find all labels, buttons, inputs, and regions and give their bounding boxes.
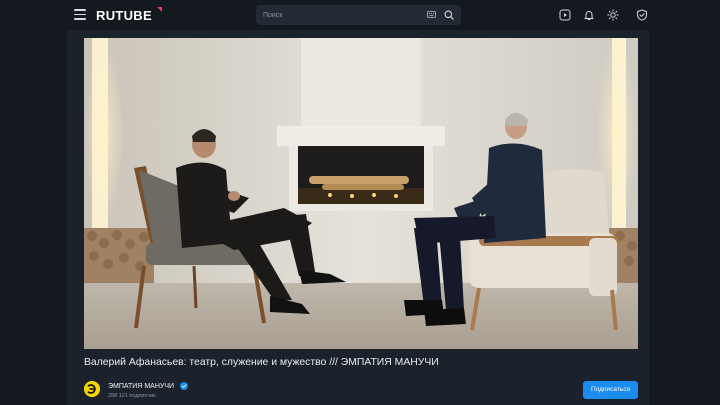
verified-icon xyxy=(180,382,188,390)
video-frame xyxy=(84,38,638,349)
channel-name[interactable]: ЭМПАТИЯ МАНУЧИ xyxy=(108,383,174,390)
theme-sun-icon[interactable] xyxy=(607,9,619,21)
search-icon[interactable] xyxy=(444,10,454,20)
rutube-logo[interactable]: RUTUBE xyxy=(96,8,152,23)
video-title: Валерий Афанасьев: театр, служение и муж… xyxy=(84,357,439,368)
bell-icon[interactable] xyxy=(583,9,595,21)
video-player[interactable] xyxy=(84,38,638,349)
profile-shield-icon[interactable] xyxy=(636,9,648,21)
channel-avatar[interactable] xyxy=(84,381,100,397)
top-bar: RUTUBE xyxy=(0,0,720,30)
search-bar xyxy=(256,5,461,25)
search-input[interactable] xyxy=(263,8,413,22)
channel-logo-icon xyxy=(84,381,100,397)
keyboard-icon[interactable] xyxy=(427,11,436,18)
subscriber-count: 288 121 подписчик xyxy=(108,393,156,399)
upload-video-icon[interactable] xyxy=(559,9,571,21)
menu-icon[interactable] xyxy=(74,9,86,21)
logo-mark xyxy=(157,7,162,12)
subscribe-button[interactable]: Подписаться xyxy=(583,381,638,399)
